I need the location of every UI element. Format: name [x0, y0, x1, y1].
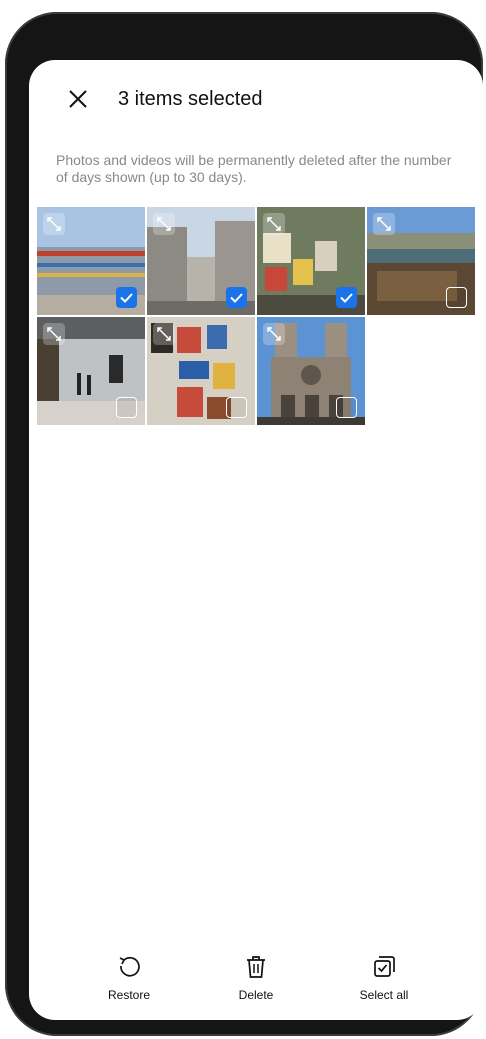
trash-icon	[247, 956, 265, 978]
photo-thumbnail[interactable]	[37, 207, 145, 315]
restore-button[interactable]: Restore	[84, 954, 174, 1002]
header: 3 items selected	[29, 60, 483, 140]
selection-checkbox[interactable]	[336, 287, 357, 308]
photo-thumbnail[interactable]	[257, 317, 365, 425]
close-icon[interactable]	[67, 88, 89, 110]
expand-icon[interactable]	[373, 213, 395, 235]
delete-button[interactable]: Delete	[211, 954, 301, 1002]
expand-icon[interactable]	[153, 213, 175, 235]
screen: 3 items selected Photos and videos will …	[29, 60, 483, 1020]
restore-label: Restore	[107, 988, 151, 1002]
bottom-action-bar: Restore Delete Select all	[29, 950, 483, 1020]
selection-checkbox[interactable]	[446, 287, 467, 308]
photo-thumbnail[interactable]	[147, 317, 255, 425]
selection-checkbox[interactable]	[116, 397, 137, 418]
expand-icon[interactable]	[153, 323, 175, 345]
photo-thumbnail[interactable]	[367, 207, 475, 315]
expand-icon[interactable]	[263, 323, 285, 345]
select-all-button[interactable]: Select all	[339, 954, 429, 1002]
selection-checkbox[interactable]	[226, 287, 247, 308]
select-all-icon	[374, 956, 395, 977]
selection-checkbox[interactable]	[336, 397, 357, 418]
select-all-label: Select all	[359, 988, 409, 1002]
selection-checkbox[interactable]	[116, 287, 137, 308]
expand-icon[interactable]	[43, 213, 65, 235]
expand-icon[interactable]	[43, 323, 65, 345]
restore-icon	[119, 956, 140, 977]
photo-thumbnail[interactable]	[147, 207, 255, 315]
page-title: 3 items selected	[118, 88, 263, 110]
photo-thumbnail[interactable]	[37, 317, 145, 425]
delete-label: Delete	[238, 988, 274, 1002]
deletion-notice: Photos and videos will be permanently de…	[56, 152, 452, 185]
expand-icon[interactable]	[263, 213, 285, 235]
selection-checkbox[interactable]	[226, 397, 247, 418]
phone-frame: 3 items selected Photos and videos will …	[5, 12, 483, 1036]
photo-thumbnail[interactable]	[257, 207, 365, 315]
